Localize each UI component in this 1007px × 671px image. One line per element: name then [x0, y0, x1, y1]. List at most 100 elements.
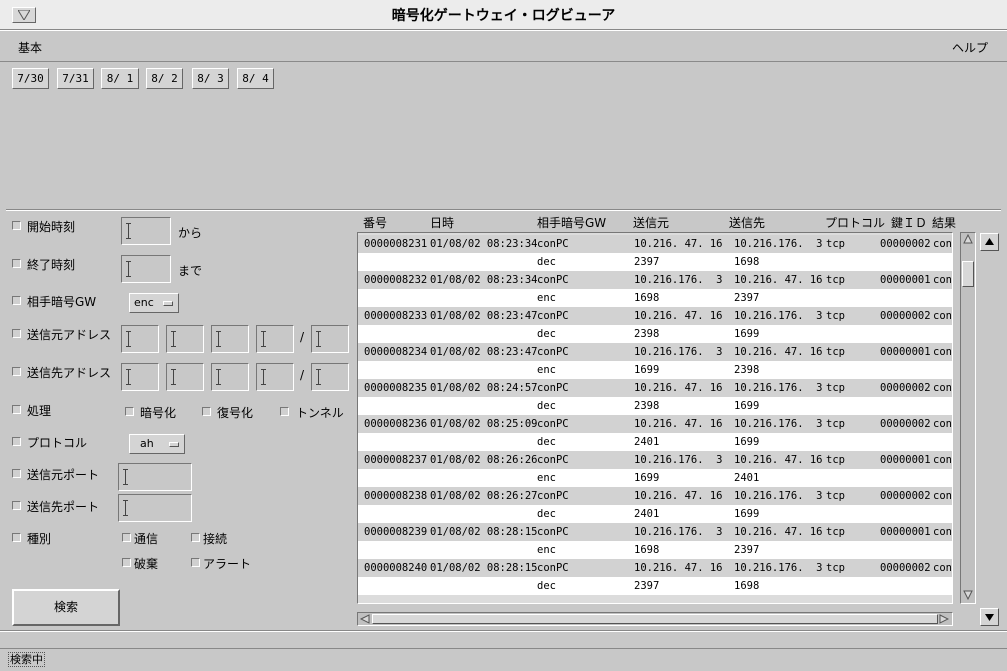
start-time-input[interactable]: [121, 217, 171, 245]
dst-port-input[interactable]: [118, 494, 192, 522]
connection-checkbox[interactable]: [191, 533, 200, 542]
alert-checkbox[interactable]: [191, 558, 200, 567]
table-row[interactable]: enc 1698 2397: [358, 289, 952, 307]
table-row[interactable]: 0000008237 01/08/02 08:26:26 conPC 10.216.1…: [358, 451, 952, 469]
vertical-scrollbar[interactable]: [960, 232, 976, 604]
src-address-checkbox[interactable]: [12, 329, 21, 338]
cell-src: 1699: [634, 364, 660, 376]
encrypt-checkbox[interactable]: [125, 407, 134, 416]
table-row[interactable]: 0000008236 01/08/02 08:25:09 conPC 10.216. …: [358, 415, 952, 433]
table-row[interactable]: 0000008238 01/08/02 08:26:27 conPC 10.216. …: [358, 487, 952, 505]
tunnel-checkbox[interactable]: [280, 407, 289, 416]
dst-address-octet-1[interactable]: [121, 363, 159, 391]
cell-dst: 10.216.176. 3: [734, 418, 823, 430]
dst-address-checkbox[interactable]: [12, 367, 21, 376]
date-tab-0801[interactable]: 8/ 1: [101, 68, 139, 89]
scroll-down-icon[interactable]: [963, 590, 973, 600]
dst-address-octet-3[interactable]: [211, 363, 249, 391]
cell-result: con: [933, 490, 952, 502]
scroll-left-icon[interactable]: [360, 614, 370, 624]
dst-port-checkbox[interactable]: [12, 501, 21, 510]
dst-address-mask[interactable]: [311, 363, 349, 391]
table-row[interactable]: 0000008233 01/08/02 08:23:47 conPC 10.216. …: [358, 307, 952, 325]
table-row[interactable]: 0000008231 01/08/02 08:23:34 conPC 10.216. …: [358, 235, 952, 253]
src-address-mask[interactable]: [311, 325, 349, 353]
window-title: 暗号化ゲートウェイ・ログビューア: [391, 8, 616, 24]
title-bar: 暗号化ゲートウェイ・ログビューア: [0, 0, 1007, 30]
cell-src: 10.216. 47. 16: [634, 490, 723, 502]
cell-result: con: [933, 310, 952, 322]
cell-datetime: 01/08/02 08:25:09: [430, 418, 538, 430]
table-row[interactable]: dec 2401 1699: [358, 505, 952, 523]
start-time-suffix: から: [178, 226, 203, 240]
cell-number: 0000008234: [364, 346, 428, 358]
table-row[interactable]: enc 1698 2397: [358, 541, 952, 559]
src-address-octet-2[interactable]: [166, 325, 204, 353]
end-time-input[interactable]: [121, 255, 171, 283]
cell-peer: enc: [537, 472, 556, 484]
page-down-button[interactable]: [980, 608, 999, 626]
cell-peer: conPC: [537, 562, 569, 574]
table-row[interactable]: dec 2397 1698: [358, 253, 952, 271]
table-row[interactable]: 0000008239 01/08/02 08:28:15 conPC 10.216.1…: [358, 523, 952, 541]
start-time-checkbox[interactable]: [12, 221, 21, 230]
cell-peer: conPC: [537, 310, 569, 322]
page-up-button[interactable]: [980, 233, 999, 251]
cell-dst: 2398: [734, 364, 760, 376]
status-bar: 検索中: [0, 648, 1007, 671]
src-address-octet-3[interactable]: [211, 325, 249, 353]
scroll-right-icon[interactable]: [939, 614, 949, 624]
cell-dst: 1698: [734, 580, 760, 592]
peer-gw-select[interactable]: enc: [129, 293, 179, 313]
panel-divider: [6, 209, 1001, 211]
table-row[interactable]: 0000008240 01/08/02 08:28:15 conPC 10.216. …: [358, 559, 952, 577]
cell-dst: 1698: [734, 256, 760, 268]
log-list[interactable]: 0000008231 01/08/02 08:23:34 conPC 10.216. …: [357, 232, 953, 604]
date-tab-0803[interactable]: 8/ 3: [192, 68, 229, 89]
date-tab-0731[interactable]: 7/31: [57, 68, 94, 89]
end-time-checkbox[interactable]: [12, 259, 21, 268]
table-row[interactable]: 0000008232 01/08/02 08:23:34 conPC 10.216.1…: [358, 271, 952, 289]
cell-key-id: 00000001: [880, 454, 931, 466]
search-button[interactable]: 検索: [12, 589, 120, 626]
table-row[interactable]: dec 2398 1699: [358, 397, 952, 415]
src-address-octet-4[interactable]: [256, 325, 294, 353]
table-row[interactable]: 0000008235 01/08/02 08:24:57 conPC 10.216. …: [358, 379, 952, 397]
decrypt-checkbox[interactable]: [202, 407, 211, 416]
category-checkbox[interactable]: [12, 533, 21, 542]
dst-address-label: 送信先アドレス: [27, 366, 112, 380]
menu-basic[interactable]: 基本: [18, 39, 42, 56]
scroll-up-icon[interactable]: [963, 234, 973, 244]
cell-dst: 10.216.176. 3: [734, 382, 823, 394]
protocol-checkbox[interactable]: [12, 437, 21, 446]
vertical-scroll-thumb[interactable]: [962, 261, 974, 287]
table-row[interactable]: dec 2398 1699: [358, 325, 952, 343]
dst-address-octet-4[interactable]: [256, 363, 294, 391]
table-row[interactable]: enc 1699 2401: [358, 469, 952, 487]
header-dst: 送信先: [729, 216, 766, 230]
date-tab-0804[interactable]: 8/ 4: [237, 68, 274, 89]
date-tab-0730[interactable]: 7/30: [12, 68, 49, 89]
table-row[interactable]: dec 2401 1699: [358, 433, 952, 451]
src-port-input[interactable]: [118, 463, 192, 491]
peer-gw-checkbox[interactable]: [12, 296, 21, 305]
src-port-checkbox[interactable]: [12, 469, 21, 478]
dst-address-octet-2[interactable]: [166, 363, 204, 391]
menu-help[interactable]: ヘルプ: [952, 39, 988, 56]
cell-key-id: 00000001: [880, 526, 931, 538]
horizontal-scrollbar[interactable]: [357, 612, 953, 626]
horizontal-scroll-thumb[interactable]: [372, 614, 938, 624]
alert-label: アラート: [203, 557, 252, 571]
process-checkbox[interactable]: [12, 405, 21, 414]
table-row[interactable]: dec 2397 1698: [358, 577, 952, 595]
src-address-octet-1[interactable]: [121, 325, 159, 353]
cell-datetime: 01/08/02 08:28:15: [430, 562, 538, 574]
communication-checkbox[interactable]: [122, 533, 131, 542]
date-tab-0802[interactable]: 8/ 2: [146, 68, 183, 89]
discard-checkbox[interactable]: [122, 558, 131, 567]
table-row[interactable]: enc 1699 2398: [358, 361, 952, 379]
dropdown-indicator-icon: [163, 301, 173, 306]
cell-key-id: 00000001: [880, 346, 931, 358]
table-row[interactable]: 0000008234 01/08/02 08:23:47 conPC 10.216.1…: [358, 343, 952, 361]
protocol-select[interactable]: ah: [129, 434, 185, 454]
